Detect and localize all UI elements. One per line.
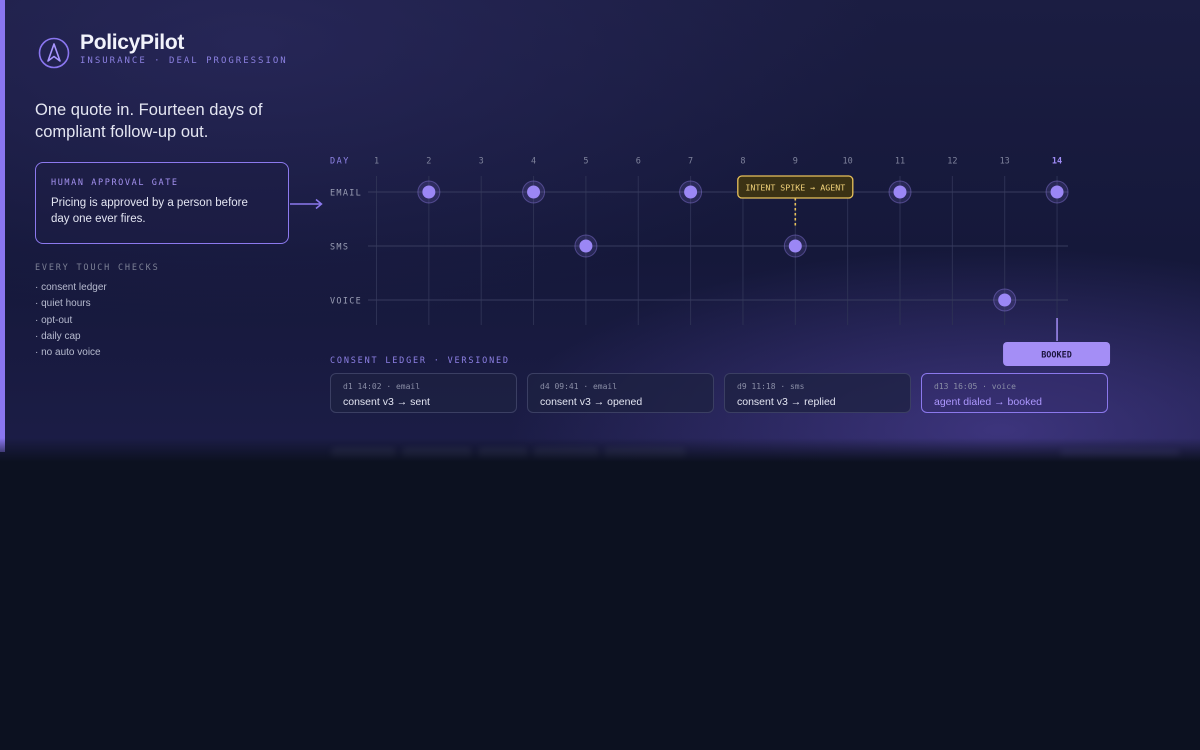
ledger-entry-text: consent v3 → sent	[343, 396, 430, 408]
day-tick-label: 14	[1052, 157, 1062, 167]
day-tick-label: 4	[531, 157, 536, 167]
ledger-entry-text: consent v3 → replied	[737, 396, 836, 408]
blurred-bar	[1060, 450, 1180, 459]
channel-label-sms: SMS	[330, 243, 349, 253]
touch-dot	[788, 239, 802, 253]
day-tick-label: 11	[895, 157, 905, 167]
ledger-entry[interactable]: d1 14:02 · email consent v3 → sent	[330, 373, 517, 413]
day-tick-label: 13	[1000, 157, 1010, 167]
touch-dot	[893, 185, 907, 199]
ledger-entry-meta: d1 14:02 · email	[343, 382, 421, 391]
ledger-entry-text: agent dialed → booked	[934, 396, 1042, 408]
day-tick-label: 7	[688, 157, 693, 167]
ledger-entry-text: consent v3 → opened	[540, 396, 643, 408]
day-tick-label: 2	[426, 157, 431, 167]
touch-dot	[684, 185, 698, 199]
ledger-entry-meta: d9 11:18 · sms	[737, 382, 805, 391]
day-tick-label: 12	[947, 157, 957, 167]
ledger-title: CONSENT LEDGER · VERSIONED	[330, 356, 510, 366]
hero-panel: PolicyPilot INSURANCE · DEAL PROGRESSION…	[0, 0, 1200, 462]
day-tick-label: 1	[374, 157, 379, 167]
booked-label: BOOKED	[1041, 351, 1072, 361]
ledger-entry-highlighted[interactable]: d13 16:05 · voice agent dialed → booked	[921, 373, 1108, 413]
day-axis-label: DAY	[330, 157, 350, 167]
ledger-entry-meta: d13 16:05 · voice	[934, 382, 1016, 391]
blurred-chip	[331, 448, 396, 460]
blurred-chip	[533, 448, 599, 460]
touch-dot	[998, 293, 1012, 307]
blurred-chip	[402, 448, 472, 460]
day-tick-label: 8	[740, 157, 745, 167]
day-tick-label: 5	[583, 157, 588, 167]
channel-label-voice: VOICE	[330, 297, 362, 307]
channel-label-email: EMAIL	[330, 189, 362, 199]
blurred-chip	[478, 448, 528, 460]
ledger-entry-meta: d4 09:41 · email	[540, 382, 618, 391]
touch-dot	[579, 239, 593, 253]
touch-dot	[1050, 185, 1064, 199]
day-tick-label: 6	[636, 157, 641, 167]
touch-dot	[422, 185, 436, 199]
blurred-chip	[604, 448, 686, 460]
intent-spike-label: INTENT SPIKE → AGENT	[745, 183, 845, 193]
ledger-entry[interactable]: d9 11:18 · sms consent v3 → replied	[724, 373, 911, 413]
day-tick-label: 3	[479, 157, 484, 167]
day-tick-label: 9	[793, 157, 798, 167]
ledger-entry[interactable]: d4 09:41 · email consent v3 → opened	[527, 373, 714, 413]
day-tick-label: 10	[843, 157, 853, 167]
touch-dot	[527, 185, 541, 199]
